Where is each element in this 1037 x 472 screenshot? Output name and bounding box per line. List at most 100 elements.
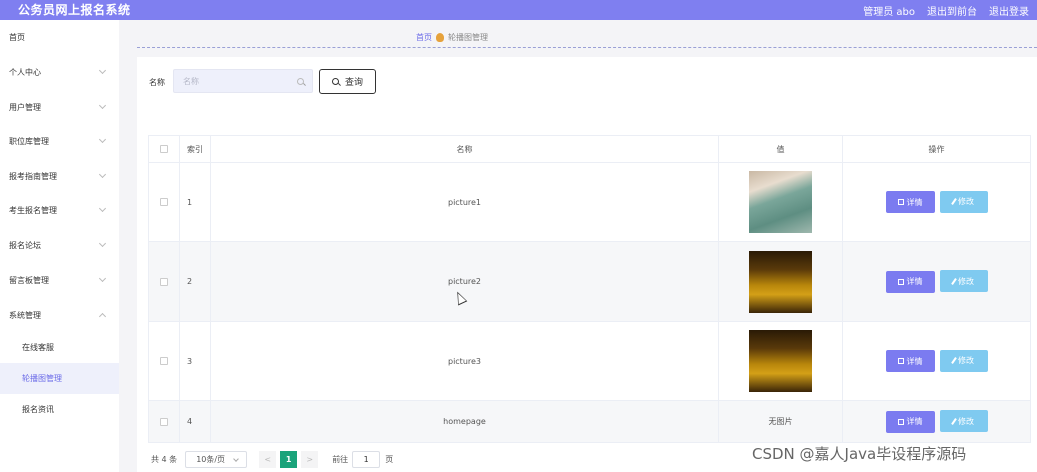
sidebar: 首页 个人中心 用户管理 职位库管理 报考指南管理 考生报名管理 报名论坛 留言…: [0, 20, 119, 472]
sidebar-item-registrations[interactable]: 考生报名管理: [0, 193, 119, 227]
admin-label: 管理员 abo: [863, 7, 915, 18]
chevron-down-icon: [98, 204, 107, 213]
sidebar-item-forum[interactable]: 报名论坛: [0, 228, 119, 262]
table-header-row: 索引 名称 值 操作: [148, 135, 1031, 163]
goto-label: 前往: [332, 455, 349, 464]
edit-button[interactable]: 修改: [939, 349, 988, 372]
edit-icon: [951, 357, 957, 365]
row-checkbox[interactable]: [160, 198, 168, 206]
table-row: 3 picture3 详情 修改: [148, 321, 1031, 401]
table-row: 1 picture1 详情 修改: [148, 162, 1031, 242]
detail-icon: [897, 278, 904, 285]
search-input[interactable]: [174, 70, 312, 92]
chevron-down-icon: [98, 101, 107, 110]
edit-button[interactable]: 修改: [939, 270, 988, 293]
edit-button[interactable]: 修改: [939, 410, 988, 433]
select-all-cell: [148, 135, 180, 163]
edit-button[interactable]: 修改: [939, 190, 988, 213]
pagination-total: 共 4 条: [151, 455, 178, 464]
sidebar-item-label: 系统管理: [9, 310, 41, 320]
row-value-cell: [718, 321, 843, 401]
table-row: 2 picture2 详情 修改: [148, 241, 1031, 322]
row-index: 3: [179, 321, 211, 401]
row-select-cell: [148, 321, 180, 401]
chevron-down-icon: [98, 274, 107, 283]
sidebar-item-users[interactable]: 用户管理: [0, 90, 119, 124]
row-value-cell: [718, 162, 843, 242]
row-index: 2: [179, 241, 211, 322]
detail-button[interactable]: 详情: [885, 350, 935, 373]
sidebar-item-system[interactable]: 系统管理: [0, 298, 119, 332]
table-row: 4 homepage 无图片 详情 修改: [148, 400, 1031, 443]
sidebar-item-profile[interactable]: 个人中心: [0, 55, 119, 89]
query-button[interactable]: 查询: [319, 69, 376, 94]
edit-icon: [951, 417, 957, 425]
sidebar-item-label: 首页: [9, 32, 25, 42]
row-name: homepage: [210, 400, 719, 443]
city-thumbnail[interactable]: [749, 330, 812, 392]
bedroom-thumbnail[interactable]: [749, 171, 812, 233]
sidebar-subitem-carousel[interactable]: 轮播图管理: [0, 363, 119, 394]
row-checkbox[interactable]: [160, 417, 168, 426]
top-bar-actions: 管理员 abo 退出到前台 退出登录: [863, 3, 1029, 18]
sidebar-item-label: 报名论坛: [9, 240, 41, 250]
header-name: 名称: [210, 135, 719, 163]
row-actions: 详情 修改: [842, 321, 1031, 401]
next-page-button[interactable]: >: [301, 451, 319, 468]
sidebar-item-positions[interactable]: 职位库管理: [0, 124, 119, 158]
row-index: 4: [179, 400, 211, 443]
sidebar-subitem-label: 报名资讯: [22, 405, 54, 414]
sidebar-subitem-label: 轮播图管理: [22, 374, 62, 383]
goto-page-input[interactable]: [352, 451, 381, 468]
chevron-up-icon: [98, 312, 107, 321]
header-actions: 操作: [842, 135, 1031, 163]
detail-icon: [897, 199, 904, 206]
sidebar-subitem-news[interactable]: 报名资讯: [0, 394, 119, 425]
sidebar-item-guides[interactable]: 报考指南管理: [0, 159, 119, 193]
query-button-label: 查询: [344, 78, 363, 88]
sidebar-item-label: 考生报名管理: [9, 205, 57, 215]
edit-icon: [951, 277, 957, 285]
row-checkbox[interactable]: [160, 277, 168, 286]
city-thumbnail[interactable]: [749, 250, 812, 313]
row-value: 无图片: [718, 400, 843, 443]
row-name: picture3: [210, 321, 719, 401]
header-index: 索引: [179, 135, 211, 163]
sidebar-item-home[interactable]: 首页: [0, 20, 119, 54]
row-name: picture2: [210, 241, 719, 322]
top-bar: 公务员网上报名系统 管理员 abo 退出到前台 退出登录: [0, 0, 1037, 20]
pagination: 共 4 条 10条/页 < 1 > 前往 页: [151, 451, 393, 468]
breadcrumb-current: 轮播图管理: [448, 33, 488, 42]
sidebar-item-messages[interactable]: 留言板管理: [0, 263, 119, 297]
sidebar-subitem-online-service[interactable]: 在线客服: [0, 332, 119, 363]
logout-link[interactable]: 退出登录: [989, 3, 1029, 18]
chevron-down-icon: [98, 66, 107, 75]
page-number-current[interactable]: 1: [280, 451, 298, 468]
breadcrumb-divider: [137, 47, 1037, 48]
row-index: 1: [179, 162, 211, 242]
chevron-down-icon: [98, 170, 107, 179]
row-checkbox[interactable]: [160, 357, 168, 365]
row-value-cell: [718, 241, 843, 322]
breadcrumb-home[interactable]: 首页: [416, 32, 432, 43]
breadcrumb: 首页 轮播图管理: [416, 32, 488, 43]
page-size-select[interactable]: 10条/页: [185, 451, 248, 468]
select-all-checkbox[interactable]: [160, 145, 168, 153]
row-actions: 详情 修改: [842, 241, 1031, 322]
header-value: 值: [718, 135, 843, 163]
page-size-value: 10条/页: [196, 455, 226, 464]
sidebar-item-label: 职位库管理: [9, 136, 49, 146]
search-icon: [331, 78, 339, 85]
goto-front-link[interactable]: 退出到前台: [927, 3, 977, 18]
sidebar-item-label: 用户管理: [9, 102, 41, 112]
row-actions: 详情 修改: [842, 162, 1031, 242]
detail-button[interactable]: 详情: [885, 410, 935, 433]
prev-page-button[interactable]: <: [259, 451, 277, 468]
search-label: 名称: [149, 78, 165, 87]
detail-button[interactable]: 详情: [885, 270, 935, 293]
detail-button[interactable]: 详情: [885, 191, 935, 214]
row-select-cell: [148, 400, 180, 443]
breadcrumb-separator-icon: [436, 33, 444, 42]
row-actions: 详情 修改: [842, 400, 1031, 443]
detail-icon: [897, 418, 904, 425]
